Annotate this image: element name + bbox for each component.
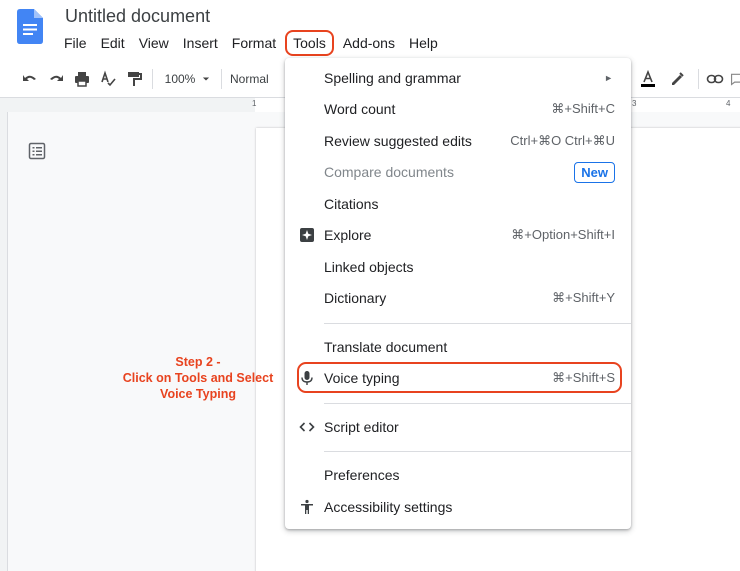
menu-item-shortcut: ⌘+Option+Shift+I	[511, 227, 615, 242]
document-title[interactable]: Untitled document	[65, 6, 210, 27]
toolbar-divider	[221, 69, 222, 89]
menu-item-script-editor[interactable]: Script editor	[285, 412, 631, 442]
menu-item-translate-document[interactable]: Translate document	[285, 332, 631, 362]
new-badge: New	[574, 161, 615, 183]
explore-icon	[297, 225, 317, 245]
link-icon[interactable]	[704, 67, 726, 91]
spellcheck-icon[interactable]	[98, 67, 118, 91]
ruler-number: 1	[252, 99, 257, 108]
annotation-line: Step 2 -	[175, 355, 221, 369]
accessibility-icon	[297, 497, 317, 517]
menu-item-shortcut: ⌘+Shift+Y	[552, 290, 615, 305]
docs-logo-icon[interactable]	[17, 9, 43, 44]
comment-icon[interactable]	[730, 67, 740, 91]
redo-icon[interactable]	[46, 67, 66, 91]
toolbar-divider	[152, 69, 153, 89]
menu-item-label: Accessibility settings	[324, 499, 453, 515]
menu-item-citations[interactable]: Citations	[285, 189, 631, 219]
menu-insert[interactable]: Insert	[176, 32, 225, 54]
annotation-line: Voice Typing	[160, 387, 236, 401]
style-select[interactable]: Normal	[230, 67, 280, 91]
submenu-arrow-icon: ►	[604, 73, 613, 83]
menu-file[interactable]: File	[57, 32, 94, 54]
ruler-number: 3	[632, 99, 637, 108]
voice-typing-highlight	[297, 362, 622, 393]
step-annotation: Step 2 - Click on Tools and Select Voice…	[112, 354, 284, 402]
menu-divider	[324, 403, 631, 404]
menu-item-label: Preferences	[324, 467, 400, 483]
tools-menu-dropdown: Spelling and grammar ► Word count ⌘+Shif…	[285, 58, 631, 529]
menu-divider	[324, 323, 631, 324]
document-outline-icon[interactable]	[28, 142, 46, 160]
menu-item-label: Dictionary	[324, 290, 387, 306]
menu-item-shortcut: ⌘+Shift+C	[551, 101, 615, 116]
menu-item-explore[interactable]: Explore ⌘+Option+Shift+I	[285, 220, 631, 250]
menu-item-dictionary[interactable]: Dictionary ⌘+Shift+Y	[285, 283, 631, 313]
menu-item-accessibility-settings[interactable]: Accessibility settings	[285, 492, 631, 522]
text-color-icon[interactable]	[638, 67, 658, 91]
menu-item-shortcut: Ctrl+⌘O Ctrl+⌘U	[510, 133, 615, 148]
menu-item-label: Spelling and grammar	[324, 70, 461, 86]
menu-item-label: Linked objects	[324, 259, 414, 275]
chevron-down-icon[interactable]	[199, 67, 213, 91]
menu-item-label: Review suggested edits	[324, 133, 472, 149]
toolbar-divider	[698, 69, 699, 89]
menu-item-label: Word count	[324, 101, 396, 117]
menu-item-label: Script editor	[324, 419, 399, 435]
menu-item-review-suggested-edits[interactable]: Review suggested edits Ctrl+⌘O Ctrl+⌘U	[285, 126, 631, 156]
menu-item-label: Citations	[324, 196, 379, 212]
paint-format-icon[interactable]	[124, 67, 144, 91]
menu-format[interactable]: Format	[225, 32, 283, 54]
menu-item-preferences[interactable]: Preferences	[285, 460, 631, 490]
menu-item-label: Explore	[324, 227, 372, 243]
highlight-icon[interactable]	[667, 67, 687, 91]
menu-item-linked-objects[interactable]: Linked objects	[285, 252, 631, 282]
menu-view[interactable]: View	[132, 32, 176, 54]
zoom-select[interactable]: 100%	[161, 67, 199, 91]
menu-item-label: Compare documents	[324, 164, 454, 180]
code-icon	[297, 417, 317, 437]
annotation-line: Click on Tools and Select	[122, 371, 274, 385]
ruler-number: 4	[726, 99, 731, 108]
undo-icon[interactable]	[20, 67, 40, 91]
menu-addons[interactable]: Add-ons	[336, 32, 402, 54]
menu-edit[interactable]: Edit	[94, 32, 132, 54]
menu-item-label: Translate document	[324, 339, 448, 355]
menu-divider	[324, 451, 631, 452]
menu-item-word-count[interactable]: Word count ⌘+Shift+C	[285, 94, 631, 124]
menu-tools[interactable]: Tools	[285, 30, 334, 56]
vertical-ruler[interactable]	[0, 112, 8, 571]
menu-help[interactable]: Help	[402, 32, 445, 54]
menu-item-spelling-and-grammar[interactable]: Spelling and grammar ►	[285, 63, 631, 93]
menu-item-compare-documents[interactable]: Compare documents New	[285, 157, 631, 187]
print-icon[interactable]	[72, 67, 92, 91]
menu-bar: File Edit View Insert Format Tools Add-o…	[57, 30, 445, 56]
